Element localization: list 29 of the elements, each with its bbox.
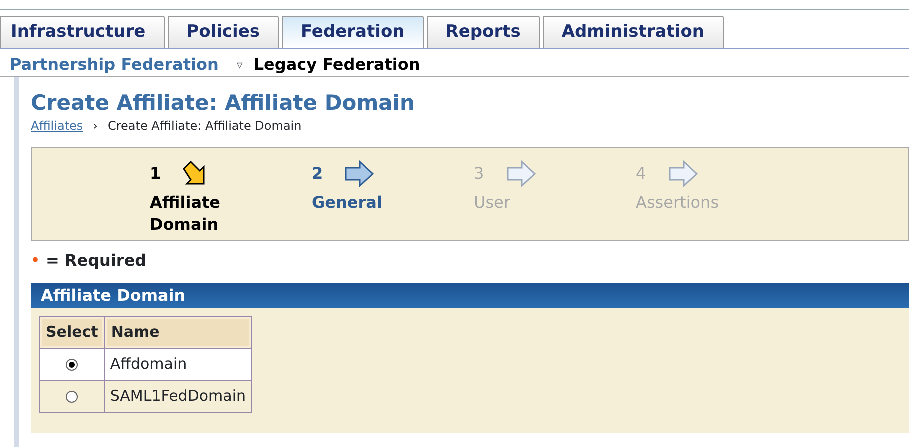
tab[interactable]: Federation xyxy=(282,16,424,48)
tab[interactable]: Policies xyxy=(168,16,279,48)
table-cell: SAML1FedDomain xyxy=(104,380,252,412)
breadcrumb-current: Create Affiliate: Affiliate Domain xyxy=(108,118,302,135)
tab[interactable]: Reports xyxy=(426,16,540,48)
step-number: 3 xyxy=(474,163,486,185)
step-label: Assertions xyxy=(636,192,720,214)
step-number: 4 xyxy=(636,163,648,185)
column-header: Select xyxy=(40,316,105,348)
radio-button[interactable] xyxy=(66,390,78,403)
dropdown-icon[interactable]: ▿ xyxy=(236,56,243,74)
subnav-link[interactable]: Legacy Federation xyxy=(254,52,430,76)
page-title: Create Affiliate: Affiliate Domain xyxy=(31,90,416,117)
step-label: Affiliate Domain xyxy=(150,192,222,236)
tab[interactable]: Administration xyxy=(542,16,724,48)
step-label[interactable]: General xyxy=(312,192,474,214)
breadcrumb-link[interactable]: Affiliates xyxy=(31,117,84,135)
step-label: User xyxy=(474,192,512,214)
breadcrumb-separator: › xyxy=(93,118,98,135)
step-number: 2 xyxy=(312,163,324,185)
step-number: 1 xyxy=(150,163,162,185)
required-marker: • xyxy=(31,252,40,270)
table-cell: Affdomain xyxy=(104,348,252,380)
column-header: Name xyxy=(104,316,252,348)
subnav-link[interactable]: Partnership Federation xyxy=(10,52,229,76)
tab[interactable]: Infrastructure xyxy=(0,16,165,48)
required-note: = Required xyxy=(46,250,147,272)
section-header: Affiliate Domain xyxy=(31,283,909,308)
radio-button[interactable] xyxy=(66,358,78,371)
